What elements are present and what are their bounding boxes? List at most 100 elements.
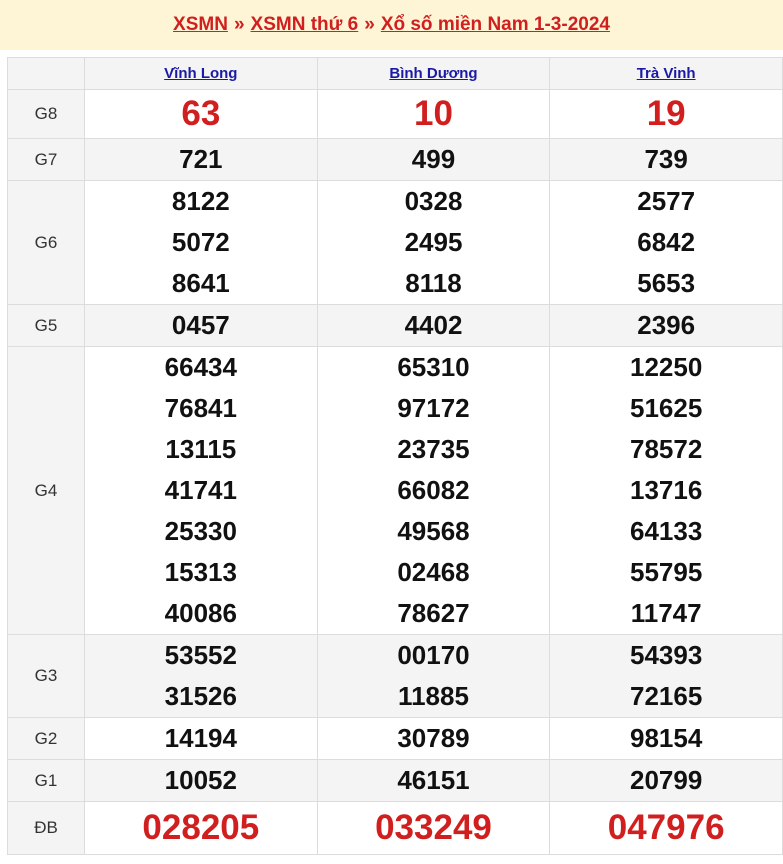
prize-number: 5653 [637,268,696,298]
prize-number: 15313 [164,557,237,587]
prize-cell: 63 [84,89,318,139]
prize-number: 78572 [630,434,703,464]
prize-number: 49568 [397,516,470,546]
prize-number: 00170 [397,640,470,670]
prize-number: 63 [181,94,221,133]
prize-number: 23735 [397,434,470,464]
prize-number: 10 [414,94,453,133]
prize-cell: 028205 [84,801,318,855]
prize-cell: 4402 [316,304,551,347]
results-table: Vĩnh Long Bình Dương Trà Vinh G8 63 10 19 G7… [7,57,783,855]
prize-number: 66434 [164,352,237,382]
province-header: Trà Vinh [549,57,783,90]
prize-label: G3 [7,634,85,718]
prize-number: 4402 [404,310,463,340]
prize-label: G7 [7,138,85,181]
prize-cell: 033249 [316,801,551,855]
province-link-tra-vinh[interactable]: Trà Vinh [637,65,696,82]
prize-row-g3: G3 53552 31526 00170 11885 54393 72165 [7,634,783,718]
prize-number: 78627 [397,598,470,628]
prize-label: G1 [7,759,85,802]
header-corner-cell [7,57,85,90]
prize-number: 0457 [171,310,230,340]
prize-row-g8: G8 63 10 19 [7,89,783,139]
prize-cell: 0457 [84,304,318,347]
prize-number: 8122 [171,186,230,216]
prize-row-g1: G1 10052 46151 20799 [7,759,783,802]
prize-label: G6 [7,180,85,305]
prize-number: 14194 [164,723,237,753]
prize-number: 30789 [397,723,470,753]
prize-cell: 2396 [549,304,783,347]
prize-number: 19 [646,94,686,133]
prize-number: 499 [411,144,456,174]
prize-row-db: ĐB 028205 033249 047976 [7,801,783,855]
prize-number: 5072 [171,227,230,257]
prize-number: 20799 [630,765,703,795]
prize-label: G5 [7,304,85,347]
prize-number: 98154 [630,723,703,753]
prize-row-g4: G4 66434 76841 13115 41741 25330 15313 40086 653… [7,346,783,635]
prize-cell: 65310 97172 23735 66082 49568 02468 78627 [316,346,551,635]
prize-number: 10052 [164,765,237,795]
prize-rows: G8 63 10 19 G7 721 499 739 G6 8122 5072 8641 0328 249… [7,89,783,855]
prize-number: 54393 [630,640,703,670]
prize-label: ĐB [7,801,85,855]
prize-row-g6: G6 8122 5072 8641 0328 2495 8118 2577 6842 5653 [7,180,783,305]
prize-number: 65310 [397,352,470,382]
prize-number: 51625 [630,393,703,423]
prize-number: 2577 [637,186,696,216]
prize-cell: 721 [84,138,318,181]
prize-cell: 8122 5072 8641 [84,180,318,305]
province-link-binh-duong[interactable]: Bình Dương [389,65,477,82]
prize-number: 047976 [607,808,725,847]
prize-cell: 0328 2495 8118 [316,180,551,305]
prize-label: G4 [7,346,85,635]
breadcrumb-link-xsmn[interactable]: XSMN [173,14,228,35]
province-link-vinh-long[interactable]: Vĩnh Long [164,65,237,82]
province-header: Vĩnh Long [84,57,318,90]
prize-cell: 739 [549,138,783,181]
prize-number: 2495 [404,227,463,257]
prize-cell: 66434 76841 13115 41741 25330 15313 40086 [84,346,318,635]
prize-number: 033249 [375,808,492,847]
prize-number: 25330 [164,516,237,546]
prize-number: 11747 [630,598,702,628]
prize-cell: 047976 [549,801,783,855]
prize-number: 02468 [397,557,470,587]
prize-cell: 30789 [316,717,551,760]
prize-number: 76841 [164,393,237,423]
prize-cell: 19 [549,89,783,139]
prize-number: 55795 [630,557,703,587]
breadcrumb: XSMN» XSMN thứ 6» Xổ số miền Nam 1-3-2024 [0,0,783,50]
breadcrumb-link-current-date[interactable]: Xổ số miền Nam 1-3-2024 [381,14,610,35]
prize-cell: 2577 6842 5653 [549,180,783,305]
prize-cell: 10052 [84,759,318,802]
prize-cell: 54393 72165 [549,634,783,718]
breadcrumb-separator: » [233,14,245,35]
prize-number: 028205 [142,808,260,847]
prize-cell: 00170 11885 [316,634,551,718]
prize-cell: 499 [316,138,551,181]
prize-row-g7: G7 721 499 739 [7,138,783,181]
prize-row-g5: G5 0457 4402 2396 [7,304,783,347]
prize-cell: 53552 31526 [84,634,318,718]
prize-number: 31526 [164,681,237,711]
prize-cell: 46151 [316,759,551,802]
prize-number: 11885 [398,681,469,711]
prize-number: 739 [644,144,688,174]
prize-number: 66082 [397,475,470,505]
prize-number: 46151 [397,765,470,795]
prize-row-g2: G2 14194 30789 98154 [7,717,783,760]
prize-number: 97172 [397,393,470,423]
breadcrumb-separator: » [364,14,375,35]
prize-cell: 10 [316,89,551,139]
breadcrumb-link-xsmn-friday[interactable]: XSMN thứ 6 [251,14,359,35]
prize-number: 13716 [630,475,703,505]
prize-number: 0328 [404,186,463,216]
province-header: Bình Dương [316,57,551,90]
prize-label: G8 [7,89,85,139]
prize-number: 8118 [405,268,462,298]
prize-number: 53552 [164,640,237,670]
header-row: Vĩnh Long Bình Dương Trà Vinh [7,57,783,90]
